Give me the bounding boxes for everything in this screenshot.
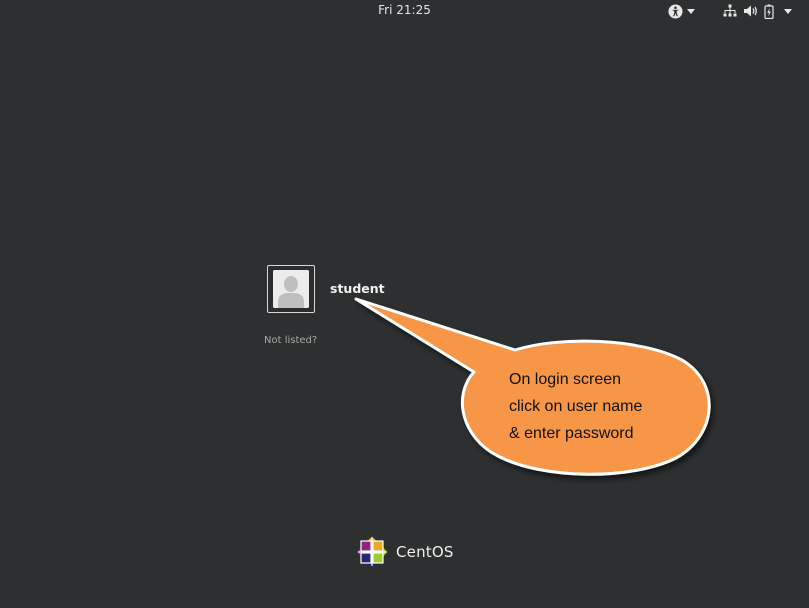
username-label[interactable]: student xyxy=(330,281,385,296)
network-icon xyxy=(723,4,737,18)
login-screen: Fri 21:25 On login screen click on user … xyxy=(0,0,809,608)
brand-name: CentOS xyxy=(396,543,454,561)
callout-line: & enter password xyxy=(509,425,634,442)
brand: CentOS xyxy=(355,535,454,569)
callout-line: On login screen xyxy=(509,371,622,388)
top-bar: Fri 21:25 xyxy=(0,0,809,22)
battery-icon xyxy=(764,4,774,19)
user-list-item[interactable]: student xyxy=(267,265,385,313)
callout-text: On login screen click on user name & ent… xyxy=(509,366,699,447)
chevron-down-icon xyxy=(687,8,695,14)
avatar[interactable] xyxy=(267,265,315,313)
annotation-callout xyxy=(354,297,711,476)
system-menu[interactable] xyxy=(723,2,792,20)
callout-line: click on user name xyxy=(509,398,643,415)
not-listed-link[interactable]: Not listed? xyxy=(264,335,317,346)
chevron-down-icon xyxy=(784,8,792,14)
user-silhouette-icon xyxy=(273,270,309,308)
centos-logo-icon xyxy=(356,536,388,568)
accessibility-icon xyxy=(668,3,695,19)
accessibility-menu[interactable] xyxy=(668,2,701,20)
volume-icon xyxy=(743,4,758,18)
